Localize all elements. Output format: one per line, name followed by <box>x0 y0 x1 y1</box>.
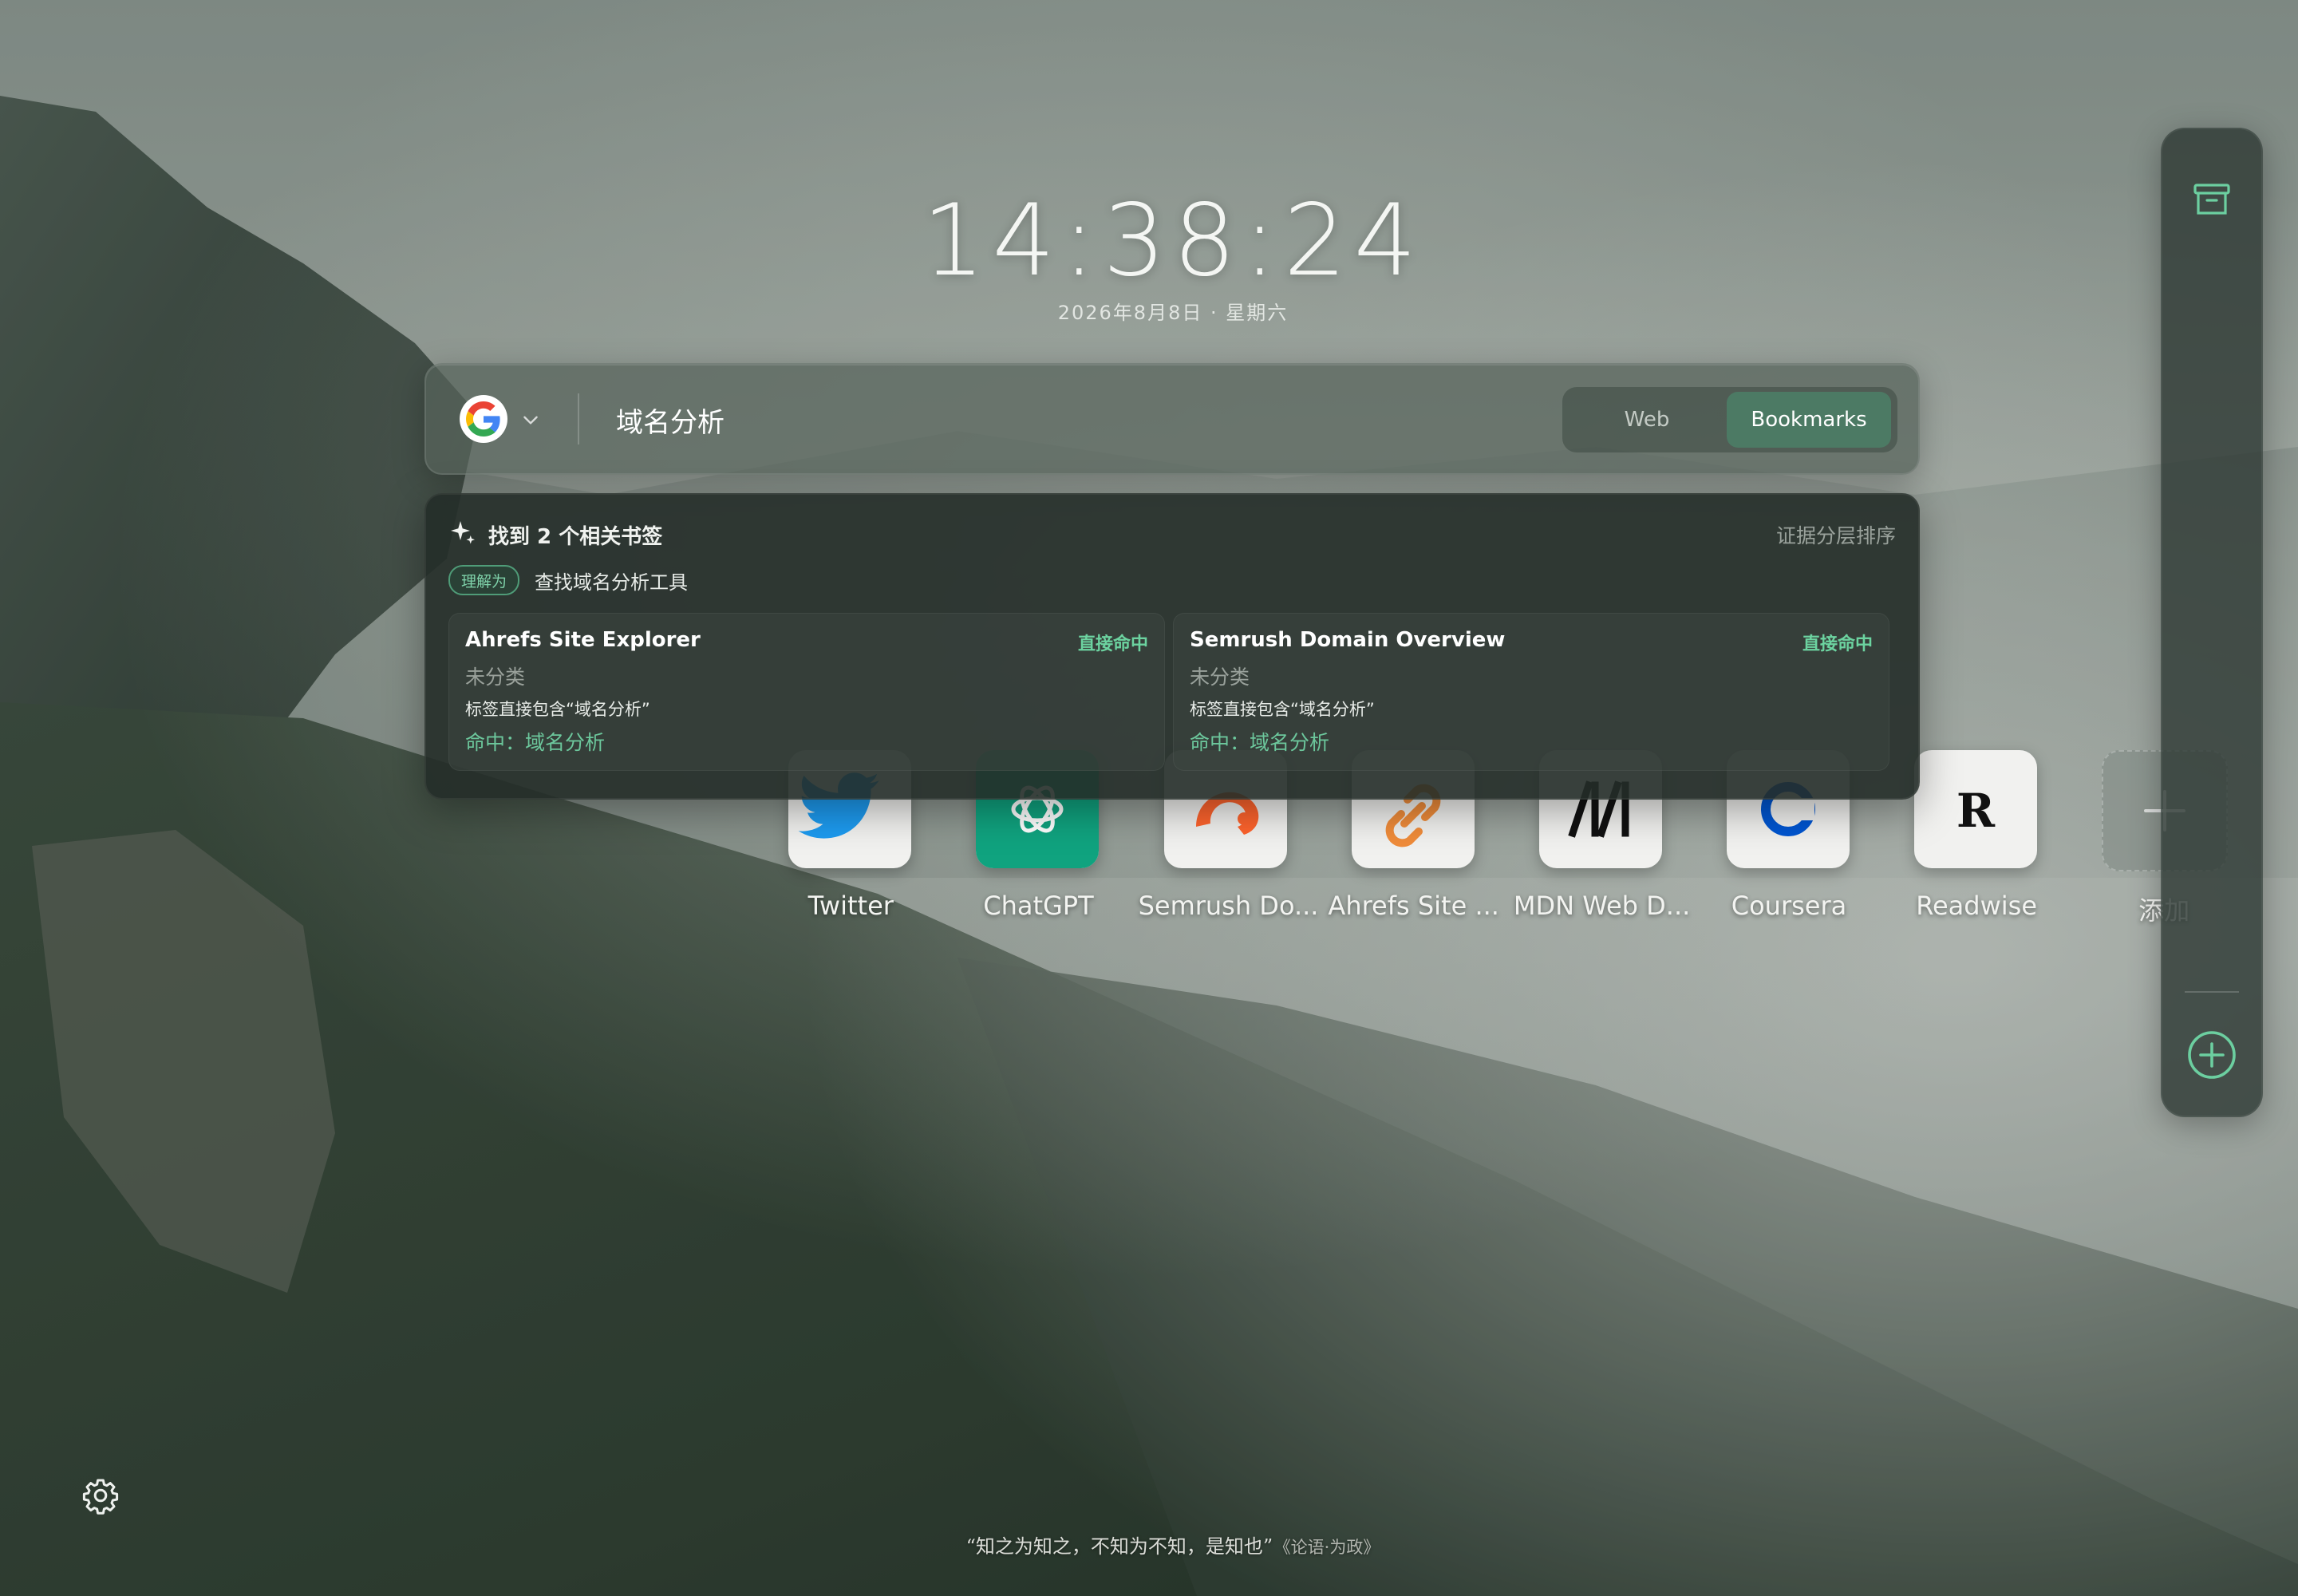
results-heading: 找到 2 个相关书签 <box>488 525 663 549</box>
archive-box-icon[interactable] <box>2193 182 2231 217</box>
mode-web-button[interactable]: Web <box>1569 392 1725 448</box>
shortcut-label: ChatGPT <box>983 891 1094 921</box>
footer-quote: “知之为知之，不知为不知，是知也” 《论语·为政》 <box>878 1531 1468 1558</box>
sparkle-icon <box>451 521 475 544</box>
mode-bookmarks-button[interactable]: Bookmarks <box>1727 392 1891 448</box>
shortcut-label: Ahrefs Site ... <box>1328 891 1499 921</box>
shortcut-label: Coursera <box>1731 891 1847 921</box>
shortcut-label: Twitter <box>807 891 894 921</box>
search-engine-selector[interactable] <box>460 395 507 443</box>
clock-date: 2026年8月8日 · 星期六 <box>1057 302 1289 324</box>
result-card[interactable]: Semrush Domain Overview 直接命中 未分类 标签直接包含“… <box>1173 613 1889 771</box>
result-match-type: 直接命中 <box>1802 634 1873 654</box>
sidebar-divider <box>2185 991 2239 993</box>
shortcut-label: MDN Web D... <box>1513 891 1691 921</box>
shortcut-icon-tile[interactable]: R <box>1914 750 2038 868</box>
chevron-down-icon[interactable] <box>520 409 541 430</box>
understood-text: 查找域名分析工具 <box>535 571 688 594</box>
search-input[interactable] <box>614 397 1416 443</box>
result-title: Ahrefs Site Explorer <box>465 628 701 652</box>
result-hit: 命中：域名分析 <box>1190 731 1330 754</box>
add-circle-icon[interactable] <box>2186 1029 2237 1080</box>
shortcut-label: Readwise <box>1916 891 2038 921</box>
gear-icon[interactable] <box>81 1476 120 1515</box>
clock-time: 14:38:24 <box>922 184 1424 298</box>
result-match-type: 直接命中 <box>1077 634 1148 654</box>
result-card[interactable]: Ahrefs Site Explorer 直接命中 未分类 标签直接包含“域名分… <box>448 613 1165 771</box>
result-title: Semrush Domain Overview <box>1190 628 1506 652</box>
readwise-logo-icon: R <box>1956 784 1996 838</box>
quote-text: “知之为知之，不知为不知，是知也” <box>965 1535 1273 1558</box>
result-reason: 标签直接包含“域名分析” <box>465 700 650 719</box>
result-category: 未分类 <box>465 666 526 689</box>
understood-badge: 理解为 <box>448 565 520 595</box>
results-sort-label[interactable]: 证据分层排序 <box>1776 520 1896 549</box>
google-logo-icon <box>466 401 500 437</box>
result-reason: 标签直接包含“域名分析” <box>1190 700 1375 719</box>
search-bar: Web Bookmarks <box>424 363 1920 475</box>
search-divider <box>578 393 579 444</box>
shortcut-label: Semrush Do... <box>1138 891 1319 921</box>
result-category: 未分类 <box>1190 666 1250 689</box>
quote-source: 《论语·为政》 <box>1282 1538 1380 1557</box>
right-sidebar <box>2161 128 2263 1117</box>
svg-text:R: R <box>1956 784 1996 838</box>
search-mode-toggle: Web Bookmarks <box>1562 387 1897 452</box>
bookmark-results-panel: 找到 2 个相关书签 证据分层排序 理解为 查找域名分析工具 Ahrefs Si… <box>424 493 1920 800</box>
result-hit: 命中：域名分析 <box>465 731 606 754</box>
